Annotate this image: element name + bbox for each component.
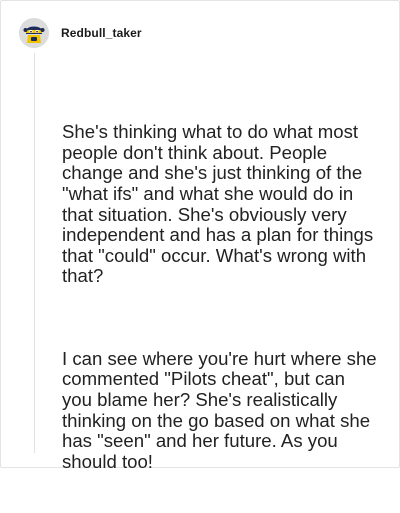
helmet-mascot-avatar-icon (19, 18, 49, 48)
comment-body: She's thinking what to do what most peop… (62, 81, 380, 513)
comment-card: Redbull_taker She's thinking what to do … (0, 0, 400, 471)
user-avatar[interactable] (19, 18, 49, 48)
comment-paragraph: I can see where you're hurt where she co… (62, 347, 382, 472)
comment-header: Redbull_taker (19, 15, 142, 51)
thread-line[interactable] (34, 53, 35, 453)
username-link[interactable]: Redbull_taker (61, 26, 142, 40)
comment-paragraph: She's thinking what to do what most peop… (62, 121, 379, 287)
